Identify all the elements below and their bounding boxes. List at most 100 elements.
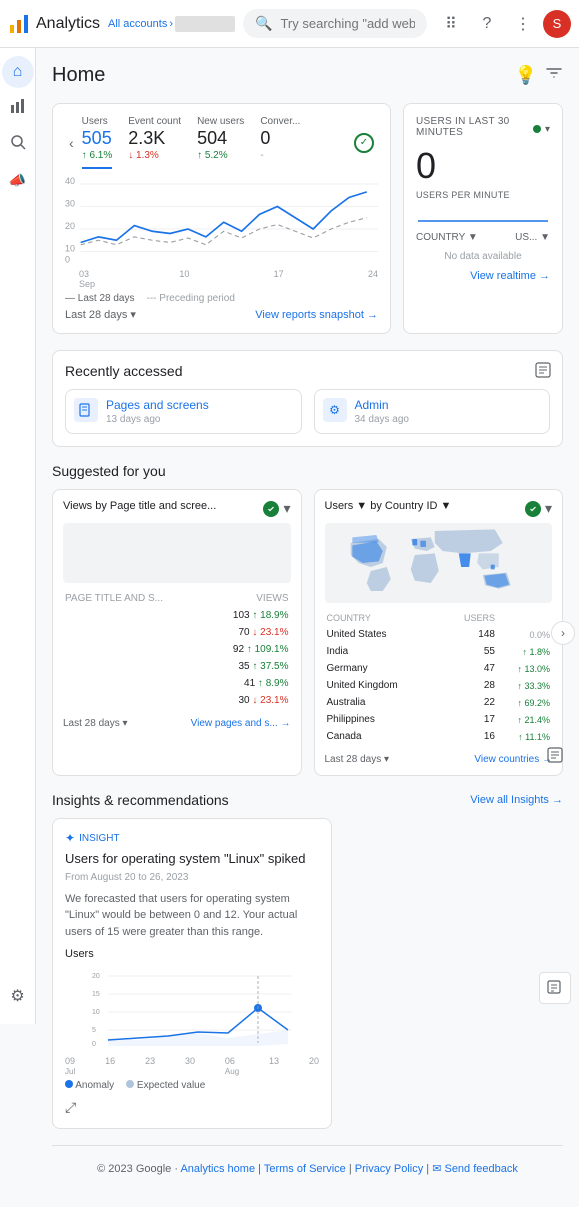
stats-next-arrow[interactable]: ✓ xyxy=(350,133,378,153)
suggested-next-button[interactable]: › xyxy=(551,621,575,645)
sidebar-item-reports[interactable] xyxy=(2,92,34,124)
chart-legend: — Last 28 days --- Preceding period xyxy=(65,293,235,304)
privacy-link[interactable]: Privacy Policy xyxy=(355,1163,423,1175)
table-row: United Kingdom 28 ↑ 33.3% xyxy=(327,678,551,693)
suggested-card-countries: Users ▼ by Country ID ▼ ▾ xyxy=(314,489,564,776)
view-countries-link[interactable]: View countries → xyxy=(474,754,552,765)
sidebar: ⌂ 📣 ⚙ xyxy=(0,48,36,1024)
view-reports-link[interactable]: View reports snapshot → xyxy=(255,309,378,321)
svg-text:10: 10 xyxy=(92,1009,100,1016)
views-card-actions: ▾ xyxy=(263,500,290,517)
insights-header: Insights & recommendations View all Insi… xyxy=(52,792,563,808)
stats-tab-new-users[interactable]: New users 504 ↑ 5.2% xyxy=(197,116,244,169)
customize-icon[interactable] xyxy=(545,64,563,87)
table-row: 70 ↓ 23.1% xyxy=(65,625,289,640)
realtime-chart xyxy=(416,206,550,226)
views-period[interactable]: Last 28 days ▾ xyxy=(63,718,128,729)
insight-x-labels: 09Jul 16 23 30 06Aug 13 20 xyxy=(65,1056,319,1076)
main-content: Home 💡 ‹ Users 505 ↑ 6.1% Even xyxy=(36,48,579,1207)
help-icon-button[interactable]: ? xyxy=(471,8,503,40)
account-selector[interactable]: All accounts › xyxy=(108,16,235,32)
status-green-dot xyxy=(533,125,541,133)
view-all-insights-link[interactable]: View all Insights → xyxy=(470,794,563,806)
analytics-home-link[interactable]: Analytics home xyxy=(180,1163,255,1175)
table-row: 92 ↑ 109.1% xyxy=(65,642,289,657)
feedback-link[interactable]: ✉ Send feedback xyxy=(432,1163,518,1175)
expand-icon[interactable]: ⤢ xyxy=(65,1099,319,1116)
add-countries-report-button[interactable] xyxy=(546,746,564,767)
advertising-icon: 📣 xyxy=(9,172,26,189)
period-selector[interactable]: Last 28 days ▾ xyxy=(65,308,136,321)
search-input[interactable] xyxy=(280,16,415,31)
countries-card-more[interactable]: ▾ xyxy=(545,500,552,517)
table-row: Germany 47 ↑ 13.0% xyxy=(327,661,551,676)
recently-item-admin[interactable]: ⚙ Admin 34 days ago xyxy=(314,389,551,434)
user-avatar[interactable]: S xyxy=(543,10,571,38)
table-row: 103 ↑ 18.9% xyxy=(65,608,289,623)
app-logo: Analytics xyxy=(8,13,100,35)
countries-card-actions: ▾ xyxy=(525,500,552,517)
admin-item-time: 34 days ago xyxy=(355,414,410,425)
insight-tag: ✦ INSIGHT xyxy=(65,831,319,845)
insights-title: Insights & recommendations xyxy=(52,792,229,808)
table-row: Canada 16 ↑ 11.1% xyxy=(327,729,551,744)
svg-text:0: 0 xyxy=(65,255,70,265)
grid-icon-button[interactable]: ⠿ xyxy=(435,8,467,40)
realtime-dropdown[interactable]: ▾ xyxy=(545,124,550,135)
home-icon: ⌂ xyxy=(13,63,23,81)
recently-item-pages[interactable]: Pages and screens 13 days ago xyxy=(65,389,302,434)
svg-text:20: 20 xyxy=(92,973,100,980)
stats-tab-users[interactable]: Users 505 ↑ 6.1% xyxy=(82,116,113,169)
insight-body: We forecasted that users for operating s… xyxy=(65,891,319,941)
pages-item-time: 13 days ago xyxy=(106,414,209,425)
country-filter[interactable]: COUNTRY ▼ xyxy=(416,232,478,243)
svg-text:0: 0 xyxy=(92,1041,96,1048)
add-to-report-button[interactable] xyxy=(534,361,552,384)
views-card-more[interactable]: ▾ xyxy=(283,500,290,517)
search-bar[interactable]: 🔍 xyxy=(243,9,427,38)
add-report-fab[interactable] xyxy=(539,972,571,1004)
suggested-cards: Views by Page title and scree... ▾ PAGE … xyxy=(52,489,563,776)
sidebar-item-explore[interactable] xyxy=(2,128,34,160)
view-pages-link[interactable]: View pages and s... → xyxy=(191,718,291,729)
realtime-card: USERS IN LAST 30 MINUTES ▾ 0 USERS PER M… xyxy=(403,103,563,334)
table-row: 30 ↓ 23.1% xyxy=(65,693,289,708)
realtime-title: USERS IN LAST 30 MINUTES xyxy=(416,116,533,138)
views-status-icon xyxy=(263,501,279,517)
insight-metric-label: Users xyxy=(65,948,319,960)
top-navigation: Analytics All accounts › 🔍 ⠿ ? ⋮ S xyxy=(0,0,579,48)
pages-icon xyxy=(74,398,98,422)
recently-accessed-items: Pages and screens 13 days ago ⚙ Admin 34… xyxy=(65,389,550,434)
stats-tab-conversions[interactable]: Conver... 0 - xyxy=(260,116,300,169)
view-realtime-link[interactable]: View realtime → xyxy=(416,270,550,282)
admin-item-name: Admin xyxy=(355,398,410,412)
page-header-actions: 💡 xyxy=(515,64,563,87)
countries-table: COUNTRYUSERS United States 148 0.0% Indi… xyxy=(325,609,553,746)
insight-headline: Users for operating system "Linux" spike… xyxy=(65,851,319,868)
page-footer: © 2023 Google · Analytics home | Terms o… xyxy=(52,1145,563,1191)
recently-accessed-title: Recently accessed xyxy=(65,363,550,379)
table-row: Philippines 17 ↑ 21.4% xyxy=(327,712,551,727)
views-card-title: Views by Page title and scree... xyxy=(63,500,216,512)
pages-item-name: Pages and screens xyxy=(106,398,209,412)
sidebar-item-advertising[interactable]: 📣 xyxy=(2,164,34,196)
stats-section: ‹ Users 505 ↑ 6.1% Event count 2.3K ↓ 1.… xyxy=(52,103,563,334)
realtime-value: 0 xyxy=(416,146,550,186)
insight-card: ✦ INSIGHT Users for operating system "Li… xyxy=(52,818,332,1129)
sidebar-item-home[interactable]: ⌂ xyxy=(2,56,34,88)
more-options-button[interactable]: ⋮ xyxy=(507,8,539,40)
countries-period[interactable]: Last 28 days ▾ xyxy=(325,754,390,765)
stats-tab-event-count[interactable]: Event count 2.3K ↓ 1.3% xyxy=(128,116,181,169)
suggested-card-views: Views by Page title and scree... ▾ PAGE … xyxy=(52,489,302,776)
stats-prev-arrow[interactable]: ‹ xyxy=(65,135,78,151)
search-icon: 🔍 xyxy=(255,15,272,32)
country-value-filter[interactable]: US... ▼ xyxy=(515,232,550,243)
table-row: United States 148 0.0% xyxy=(327,627,551,642)
terms-link[interactable]: Terms of Service xyxy=(264,1163,346,1175)
table-row: India 55 ↑ 1.8% xyxy=(327,644,551,659)
sidebar-item-configure[interactable]: ⚙ xyxy=(2,980,34,1012)
reports-icon xyxy=(9,97,27,120)
lightbulb-icon[interactable]: 💡 xyxy=(515,65,537,86)
realtime-filters: COUNTRY ▼ US... ▼ xyxy=(416,232,550,243)
page-header: Home 💡 xyxy=(52,64,563,87)
